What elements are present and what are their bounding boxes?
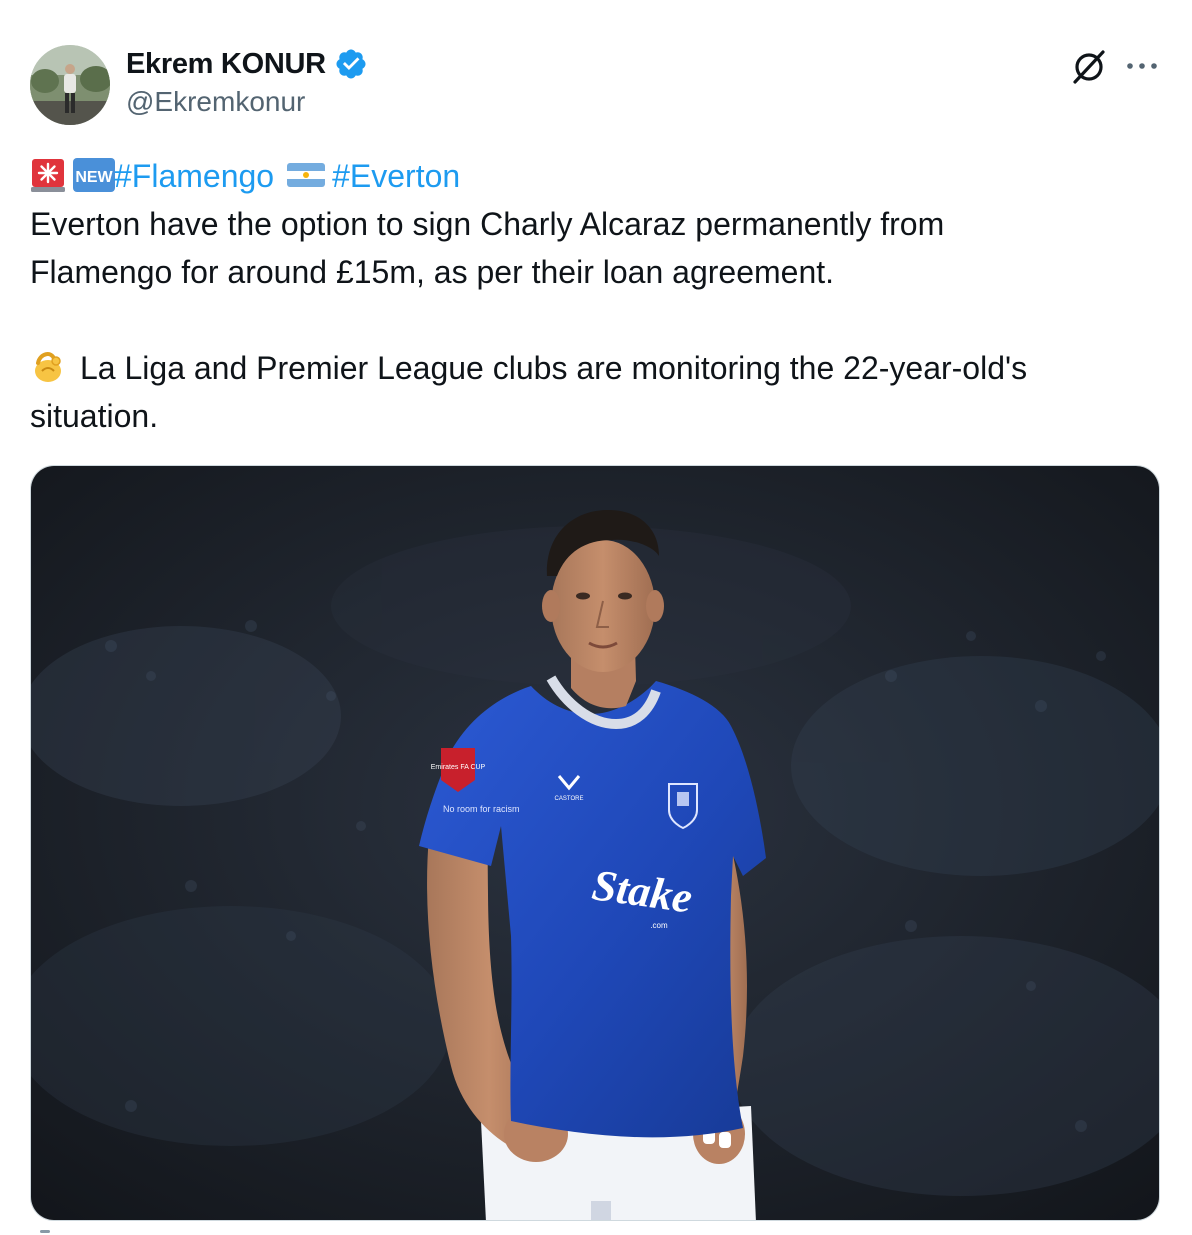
sleeve-badge-text: Emirates FA CUP [431,764,486,771]
verified-badge-icon [336,49,366,79]
author-handle[interactable]: @Ekremkonur [126,86,305,118]
author-name-row[interactable]: Ekrem KONUR [126,44,368,84]
grok-icon[interactable] [1070,48,1108,86]
kit-brand-text: CASTORE [555,796,584,802]
shirt-sponsor-sub-text: .com [650,921,668,930]
argentina-flag-emoji [286,157,326,193]
tweet-text: NEW #Flamengo #Everton Everton have the … [30,152,1160,440]
divider-mark [40,1230,50,1233]
tweet-line: situation. [30,398,159,434]
tweet-line-monitoring: La Liga and Premier League clubs are mon… [30,344,1160,392]
avatar-photo [30,45,110,125]
pinching-hand-emoji [30,349,66,385]
svg-text:NEW: NEW [75,169,113,186]
tweet-media-photo[interactable]: Emirates FA CUP No room for racism CASTO… [30,465,1160,1221]
tweet-line: Flamengo for around £15m, as per their l… [30,254,835,290]
tweet-line: Everton have the option to sign Charly A… [30,206,945,242]
rotating-light-emoji [30,157,66,193]
tweet-line-hashtags: NEW #Flamengo #Everton [30,152,1160,200]
author-display-name[interactable]: Ekrem KONUR [126,48,326,81]
hashtag-everton[interactable]: #Everton [332,158,460,194]
tweet-card: Ekrem KONUR @Ekremkonur NEW #Flamengo #E… [0,0,1192,1235]
author-avatar[interactable] [30,45,110,125]
sleeve-racism-text: No room for racism [443,804,520,814]
tweet-line-text: La Liga and Premier League clubs are mon… [80,350,1028,386]
player-photo: Emirates FA CUP No room for racism CASTO… [31,466,1159,1220]
hashtag-flamengo[interactable]: #Flamengo [114,158,274,194]
new-button-emoji: NEW [72,157,115,193]
more-dots-icon[interactable] [1124,54,1160,78]
